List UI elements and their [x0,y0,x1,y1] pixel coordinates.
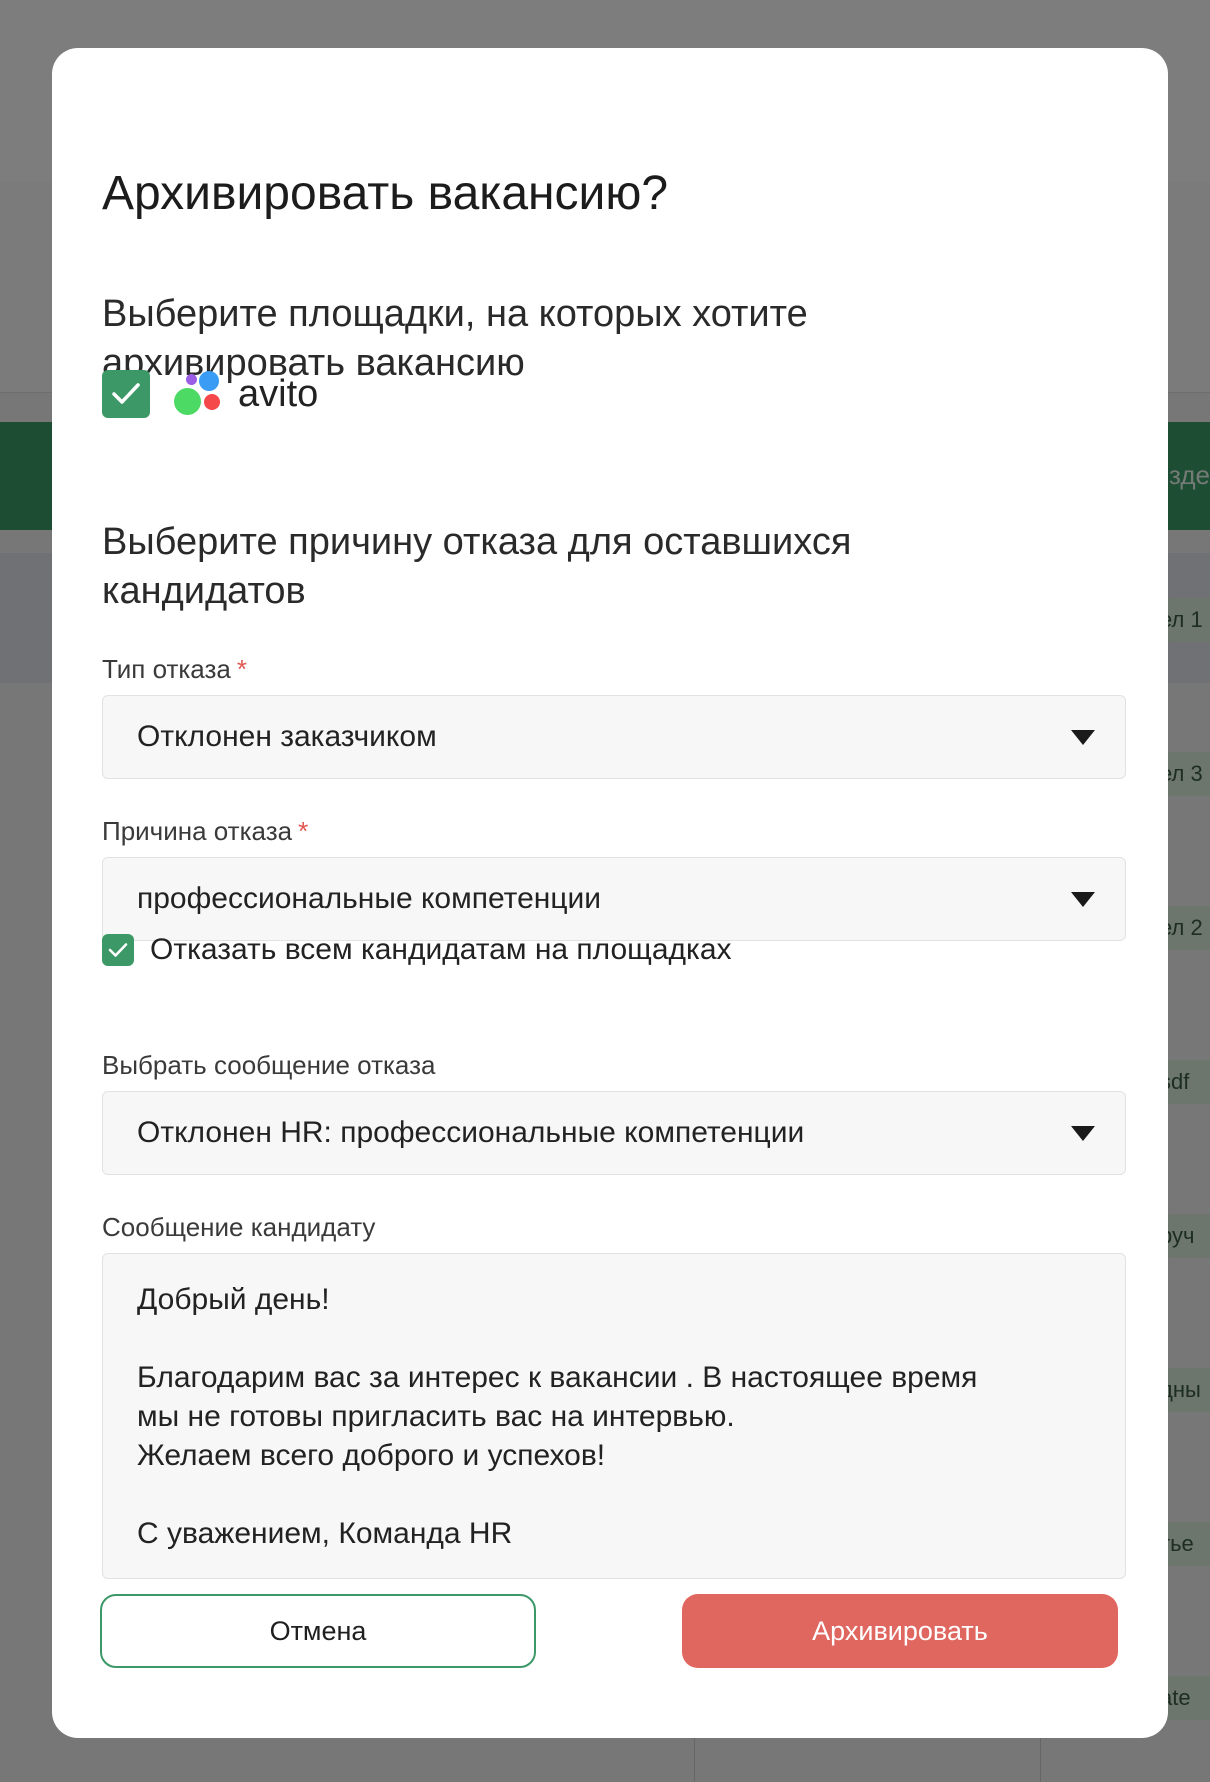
archive-button[interactable]: Архивировать [682,1594,1118,1668]
platform-name: avito [238,372,319,415]
caret-down-icon [1071,730,1095,745]
required-mark: * [298,816,309,846]
message-template-select[interactable]: Отклонен HR: профессиональные компетенци… [102,1091,1126,1175]
candidate-message-textarea[interactable]: Добрый день! Благодарим вас за интерес к… [102,1253,1126,1579]
message-line: Благодарим вас за интерес к вакансии . В… [137,1361,978,1394]
message-line: мы не готовы пригласить вас на интервью. [137,1400,735,1433]
message-line: С уважением, Команда HR [137,1517,513,1550]
avito-logo-icon [174,371,224,417]
reject-type-value: Отклонен заказчиком [137,720,437,753]
reject-reason-value: профессиональные компетенции [137,882,602,915]
archive-vacancy-dialog: Архивировать вакансию? Выберите площадки… [52,48,1168,1738]
reject-all-label: Отказать всем кандидатам на площадках [150,933,732,966]
required-mark: * [236,654,247,684]
dialog-title: Архивировать вакансию? [102,167,669,220]
reject-all-option[interactable]: Отказать всем кандидатам на площадках [102,932,732,968]
message-template-value: Отклонен HR: профессиональные компетенци… [137,1116,805,1149]
reject-reason-label-text: Причина отказа [102,816,293,846]
reject-type-select[interactable]: Отклонен заказчиком [102,695,1126,779]
reject-all-checkbox[interactable] [102,934,134,966]
candidate-message-label: Сообщение кандидату [102,1212,376,1242]
caret-down-icon [1071,1126,1095,1141]
platform-checkbox[interactable] [102,370,150,418]
reject-reason-select[interactable]: профессиональные компетенции [102,857,1126,941]
message-line: Добрый день! [137,1283,330,1316]
checkmark-icon [108,943,128,957]
message-select-label: Выбрать сообщение отказа [102,1050,436,1080]
reason-heading: Выберите причину отказа для оставшихся к… [102,521,852,612]
reject-type-label-text: Тип отказа [102,654,231,684]
platform-option-avito[interactable]: avito [102,370,318,418]
message-line: Желаем всего доброго и успехов! [137,1439,606,1472]
checkmark-icon [112,383,140,404]
cancel-button[interactable]: Отмена [100,1594,536,1668]
caret-down-icon [1071,892,1095,907]
reject-type-label: Тип отказа * [102,654,247,685]
reject-reason-label: Причина отказа * [102,816,308,847]
